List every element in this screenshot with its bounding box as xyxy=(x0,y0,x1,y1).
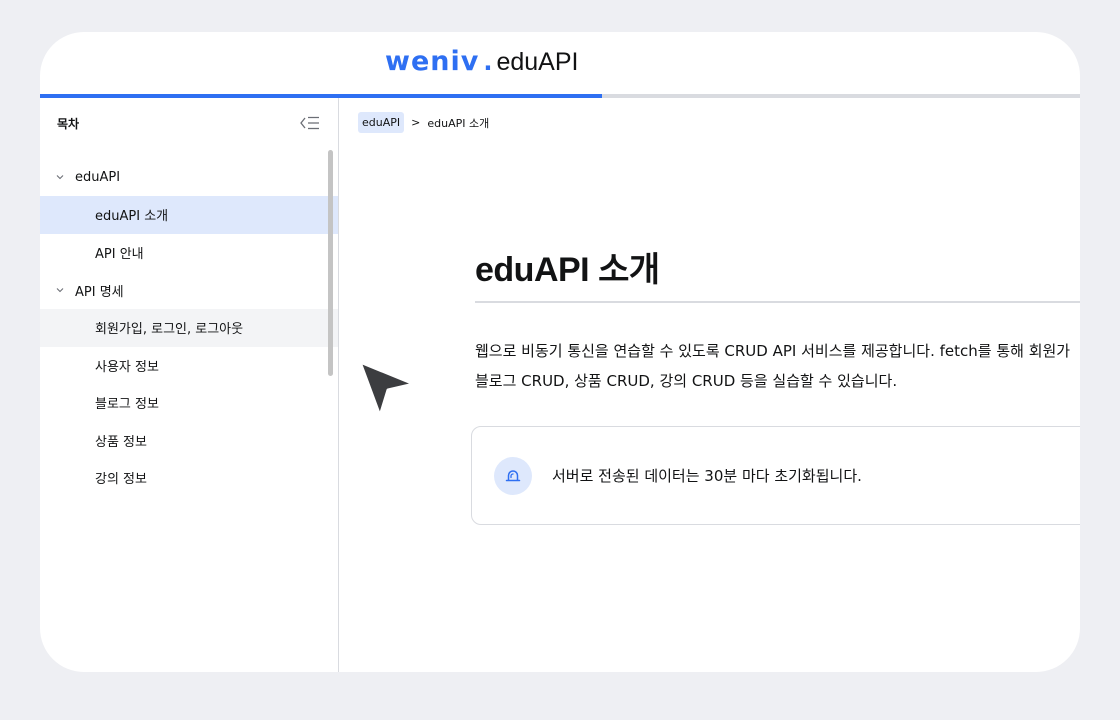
toc-item-label: 회원가입, 로그인, 로그아웃 xyxy=(95,322,244,338)
notice-text: 서버로 전송된 데이터는 30분 마다 초기화됩니다. xyxy=(552,467,862,485)
toc-item-label: API 안내 xyxy=(95,246,144,262)
logo[interactable]: weniv. eduAPI xyxy=(385,46,578,77)
toc-group-eduapi[interactable]: eduAPI xyxy=(40,158,338,196)
toc-item-blog-info[interactable]: 블로그 정보 xyxy=(40,384,338,422)
notice-box: 서버로 전송된 데이터는 30분 마다 초기화됩니다. xyxy=(471,426,1080,525)
logo-text: eduAPI xyxy=(496,48,579,76)
app-window: weniv. eduAPI 목차 eduAPI eduAPI 소개 API 안내… xyxy=(40,32,1080,672)
logo-mark: weniv xyxy=(385,46,480,77)
chevron-down-icon xyxy=(56,175,64,180)
toc-item-user-info[interactable]: 사용자 정보 xyxy=(40,347,338,385)
toc-group-api-spec[interactable]: API 명세 xyxy=(40,271,338,309)
mouse-pointer-icon xyxy=(358,360,416,418)
breadcrumb-separator: > xyxy=(411,116,421,129)
breadcrumb: eduAPI > eduAPI 소개 xyxy=(358,112,489,133)
toc-item-label: 사용자 정보 xyxy=(95,359,159,375)
toc-item-label: eduAPI 소개 xyxy=(95,209,169,225)
toc-item-label: 상품 정보 xyxy=(95,434,147,450)
sidebar-scrollbar[interactable] xyxy=(328,150,333,376)
chevron-down-icon xyxy=(56,288,64,293)
title-divider xyxy=(475,301,1080,303)
sidebar-header: 목차 xyxy=(40,98,338,148)
breadcrumb-item-current: eduAPI 소개 xyxy=(427,116,490,130)
toc-group-label: eduAPI xyxy=(75,169,121,185)
breadcrumb-item-eduapi[interactable]: eduAPI xyxy=(358,112,405,133)
page-title: eduAPI 소개 xyxy=(475,251,660,289)
toc-item-lecture-info[interactable]: 강의 정보 xyxy=(40,459,338,497)
sidebar-title: 목차 xyxy=(57,116,80,131)
toc-item-label: 블로그 정보 xyxy=(95,397,159,413)
toc-group-label: API 명세 xyxy=(75,284,124,300)
sidebar: 목차 eduAPI eduAPI 소개 API 안내 API 명세 회원가입, … xyxy=(40,98,339,672)
alarm-siren-icon xyxy=(494,456,532,495)
toc-item-label: 강의 정보 xyxy=(95,472,147,488)
collapse-sidebar-icon[interactable] xyxy=(299,115,321,131)
header: weniv. eduAPI xyxy=(40,32,1080,94)
description-line: 블로그 CRUD, 상품 CRUD, 강의 CRUD 등을 실습할 수 있습니다… xyxy=(475,372,898,390)
toc-item-api-guide[interactable]: API 안내 xyxy=(40,234,338,272)
toc-item-product-info[interactable]: 상품 정보 xyxy=(40,422,338,460)
description-line: 웹으로 비동기 통신을 연습할 수 있도록 CRUD API 서비스를 제공합니… xyxy=(475,342,1071,360)
toc-item-eduapi-intro[interactable]: eduAPI 소개 xyxy=(40,196,338,234)
toc-tree: eduAPI eduAPI 소개 API 안내 API 명세 회원가입, 로그인… xyxy=(40,158,338,497)
main-content: eduAPI > eduAPI 소개 eduAPI 소개 웹으로 비동기 통신을… xyxy=(340,98,1080,672)
toc-item-auth[interactable]: 회원가입, 로그인, 로그아웃 xyxy=(40,309,338,347)
page-description: 웹으로 비동기 통신을 연습할 수 있도록 CRUD API 서비스를 제공합니… xyxy=(475,336,1080,396)
logo-dot: . xyxy=(483,48,493,76)
